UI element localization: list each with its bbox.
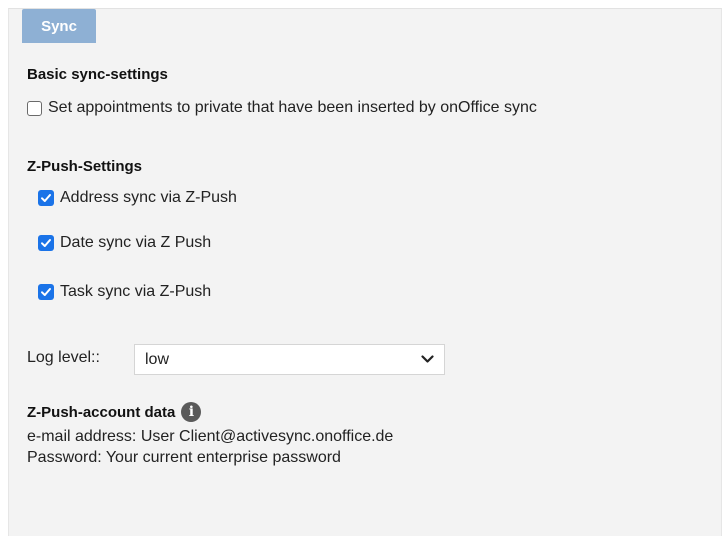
password-line: Password: Your current enterprise passwo… [27, 449, 341, 466]
date-sync-checkbox[interactable] [38, 235, 54, 251]
date-sync-option[interactable]: Date sync via Z Push [38, 234, 211, 252]
private-appointments-label: Set appointments to private that have be… [48, 99, 537, 116]
address-sync-option[interactable]: Address sync via Z-Push [38, 189, 237, 207]
chevron-down-icon [421, 355, 434, 363]
task-sync-checkbox[interactable] [38, 284, 54, 300]
log-level-label: Log level:: [27, 349, 100, 366]
address-sync-label: Address sync via Z-Push [60, 189, 237, 206]
tab-sync[interactable]: Sync [22, 9, 96, 43]
zpush-settings-heading: Z-Push-Settings [27, 158, 142, 175]
private-appointments-option[interactable]: Set appointments to private that have be… [27, 99, 537, 117]
checkmark-icon [41, 239, 51, 247]
zpush-account-heading: Z-Push-account data i [27, 402, 202, 422]
task-sync-option[interactable]: Task sync via Z-Push [38, 283, 211, 301]
info-icon[interactable]: i [181, 402, 202, 422]
basic-sync-heading: Basic sync-settings [27, 66, 168, 83]
log-level-select[interactable]: low [134, 344, 445, 375]
task-sync-label: Task sync via Z-Push [60, 283, 212, 300]
address-sync-checkbox[interactable] [38, 190, 54, 206]
checkmark-icon [41, 288, 51, 296]
private-appointments-checkbox[interactable] [27, 100, 42, 116]
email-address-line: e-mail address: User Client@activesync.o… [27, 428, 394, 445]
checkmark-icon [41, 194, 51, 202]
tab-sync-label: Sync [41, 17, 77, 35]
log-level-value: low [145, 350, 170, 368]
date-sync-label: Date sync via Z Push [60, 234, 212, 251]
zpush-account-heading-text: Z-Push-account data [27, 403, 176, 421]
